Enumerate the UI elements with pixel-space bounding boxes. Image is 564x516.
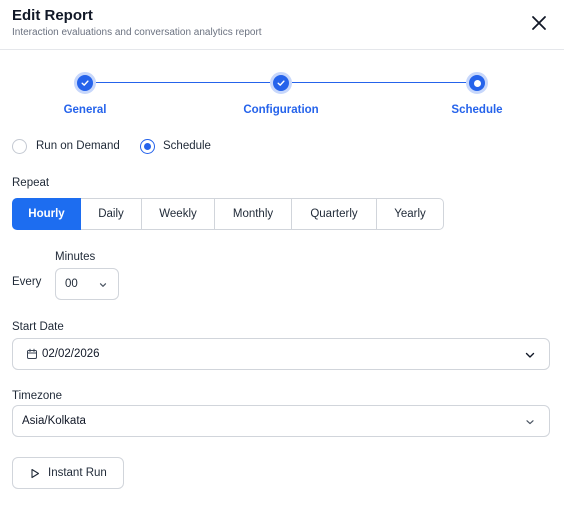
step-general-indicator[interactable] [74,72,96,94]
step-schedule-label[interactable]: Schedule [451,104,502,116]
minutes-select[interactable]: 00 [55,268,119,300]
repeat-yearly-button[interactable]: Yearly [377,198,444,230]
timezone-value: Asia/Kolkata [22,415,86,427]
chevron-down-icon [525,352,535,358]
close-button[interactable] [528,12,550,34]
repeat-quarterly-button[interactable]: Quarterly [292,198,377,230]
step-configuration-label[interactable]: Configuration [243,104,318,116]
start-date-picker[interactable]: 02/02/2026 [12,338,550,370]
chevron-down-icon [526,420,534,425]
step-connector [96,82,270,83]
repeat-hourly-button[interactable]: Hourly [12,198,81,230]
step-connector [292,82,466,83]
play-icon [31,468,40,478]
every-label: Every [12,276,42,288]
schedule-option[interactable]: Schedule [140,138,211,154]
schedule-radio[interactable] [140,138,155,154]
calendar-icon [27,348,37,359]
start-date-label: Start Date [12,321,64,333]
repeat-weekly-button[interactable]: Weekly [142,198,215,230]
chevron-down-icon [99,283,107,287]
step-general-label[interactable]: General [64,104,107,116]
repeat-daily-button[interactable]: Daily [81,198,142,230]
instant-run-label: Instant Run [48,467,107,479]
step-configuration-indicator[interactable] [270,72,292,94]
check-icon [81,80,89,86]
minutes-value: 00 [65,278,78,290]
timezone-select[interactable]: Asia/Kolkata [12,405,550,437]
instant-run-button[interactable]: Instant Run [12,457,124,489]
repeat-label: Repeat [12,177,50,189]
dialog-title: Edit Report [12,7,93,24]
minutes-label: Minutes [55,251,96,263]
close-icon [532,16,546,30]
run-on-demand-option[interactable]: Run on Demand [12,138,120,154]
current-step-dot-icon [473,79,481,87]
repeat-monthly-button[interactable]: Monthly [215,198,292,230]
run-on-demand-label[interactable]: Run on Demand [36,140,120,152]
schedule-label[interactable]: Schedule [163,140,211,152]
dialog-header: Edit Report Interaction evaluations and … [0,0,564,50]
step-schedule-indicator[interactable] [466,72,488,94]
check-icon [277,80,285,86]
repeat-segmented-control: Hourly Daily Weekly Monthly Quarterly Ye… [12,198,444,230]
timezone-label: Timezone [12,390,63,402]
stepper: General Configuration Schedule [0,70,564,120]
dialog-subtitle: Interaction evaluations and conversation… [12,27,262,38]
start-date-value: 02/02/2026 [42,348,100,360]
run-on-demand-radio[interactable] [12,138,27,154]
